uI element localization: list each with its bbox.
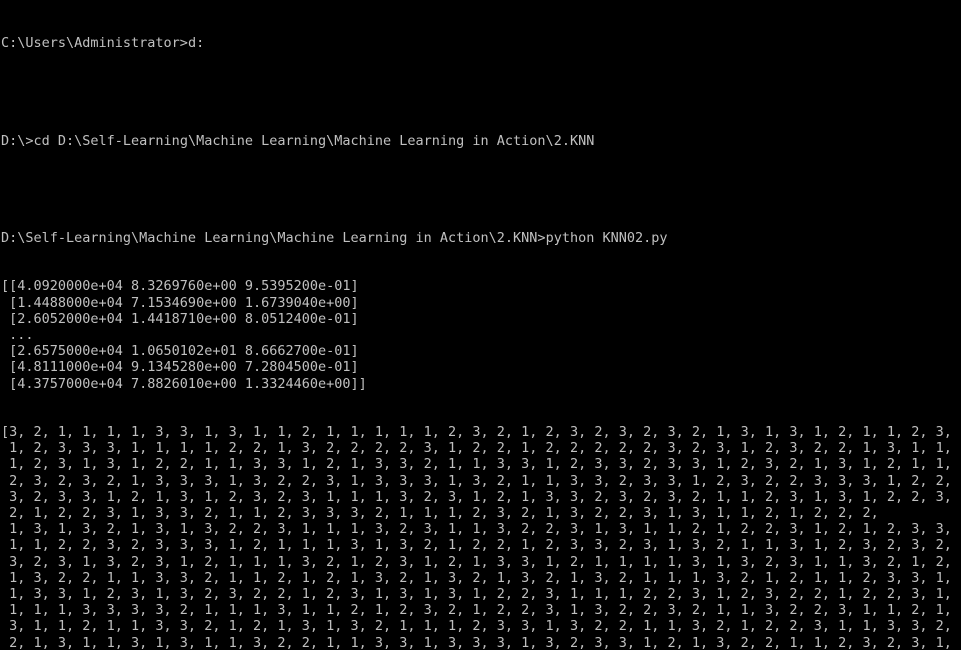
command-text: cd D:\Self-Learning\Machine Learning\Mac… [33, 132, 595, 149]
label-array-row: 3, 2, 3, 1, 3, 2, 3, 1, 2, 1, 1, 1, 3, 2… [1, 553, 961, 570]
label-array-row: 1, 2, 3, 1, 3, 1, 2, 2, 1, 1, 3, 3, 1, 2… [1, 456, 961, 473]
label-array-row: 1, 1, 2, 2, 3, 2, 3, 3, 3, 1, 2, 1, 1, 1… [1, 537, 961, 554]
label-array-output-block: [3, 2, 1, 1, 1, 1, 3, 3, 1, 3, 1, 1, 2, … [1, 424, 961, 650]
label-array-row: 2, 1, 2, 2, 3, 1, 3, 3, 2, 1, 1, 2, 3, 3… [1, 505, 879, 522]
prompt-text: D:\Self-Learning\Machine Learning\Machin… [1, 229, 546, 246]
prompt-text: C:\Users\Administrator> [1, 35, 188, 52]
matrix-output-block: [[4.0920000e+04 8.3269760e+00 9.5395200e… [1, 278, 961, 391]
label-array-row: 1, 3, 2, 2, 1, 1, 3, 3, 2, 1, 1, 2, 1, 2… [1, 569, 961, 586]
matrix-row: [[4.0920000e+04 8.3269760e+00 9.5395200e… [1, 278, 359, 295]
label-array-row: [3, 2, 1, 1, 1, 1, 3, 3, 1, 3, 1, 1, 2, … [1, 424, 961, 441]
label-array-row: 1, 3, 1, 3, 2, 1, 3, 1, 3, 2, 2, 3, 1, 1… [1, 521, 961, 538]
terminal-console[interactable]: C:\Users\Administrator>d: D:\>cd D:\Self… [0, 0, 961, 650]
prompt-line-1: C:\Users\Administrator>d: [1, 35, 961, 51]
label-array-row: 3, 2, 3, 3, 1, 2, 1, 3, 1, 2, 3, 2, 3, 1… [1, 488, 961, 505]
command-text: python KNN02.py [545, 229, 668, 246]
prompt-text: D:\> [1, 132, 34, 149]
prompt-line-3: D:\Self-Learning\Machine Learning\Machin… [1, 230, 961, 246]
matrix-row: [2.6575000e+04 1.0650102e+01 8.6662700e-… [1, 343, 359, 360]
matrix-row: [4.3757000e+04 7.8826010e+00 1.3324460e+… [1, 375, 367, 392]
prompt-line-2: D:\>cd D:\Self-Learning\Machine Learning… [1, 133, 961, 149]
matrix-row: [1.4488000e+04 7.1534690e+00 1.6739040e+… [1, 294, 359, 311]
label-array-row: 1, 1, 1, 3, 3, 3, 3, 2, 1, 1, 1, 3, 1, 1… [1, 602, 961, 619]
label-array-row: 3, 1, 1, 2, 1, 1, 3, 3, 2, 1, 2, 1, 3, 1… [1, 618, 961, 635]
label-array-row: 1, 2, 3, 3, 3, 1, 1, 1, 1, 2, 2, 1, 3, 2… [1, 440, 961, 457]
matrix-row: [4.8111000e+04 9.1345280e+00 7.2804500e-… [1, 359, 359, 376]
matrix-row: ... [1, 326, 34, 343]
command-text: d: [187, 35, 205, 52]
label-array-row: 2, 3, 2, 3, 2, 1, 3, 3, 3, 1, 3, 2, 2, 3… [1, 472, 961, 489]
label-array-row: 2, 1, 3, 1, 1, 3, 1, 3, 1, 1, 3, 2, 2, 1… [1, 634, 961, 650]
matrix-row: [2.6052000e+04 1.4418710e+00 8.0512400e-… [1, 310, 359, 327]
label-array-row: 1, 3, 3, 1, 2, 3, 1, 3, 2, 3, 2, 2, 1, 2… [1, 585, 961, 602]
